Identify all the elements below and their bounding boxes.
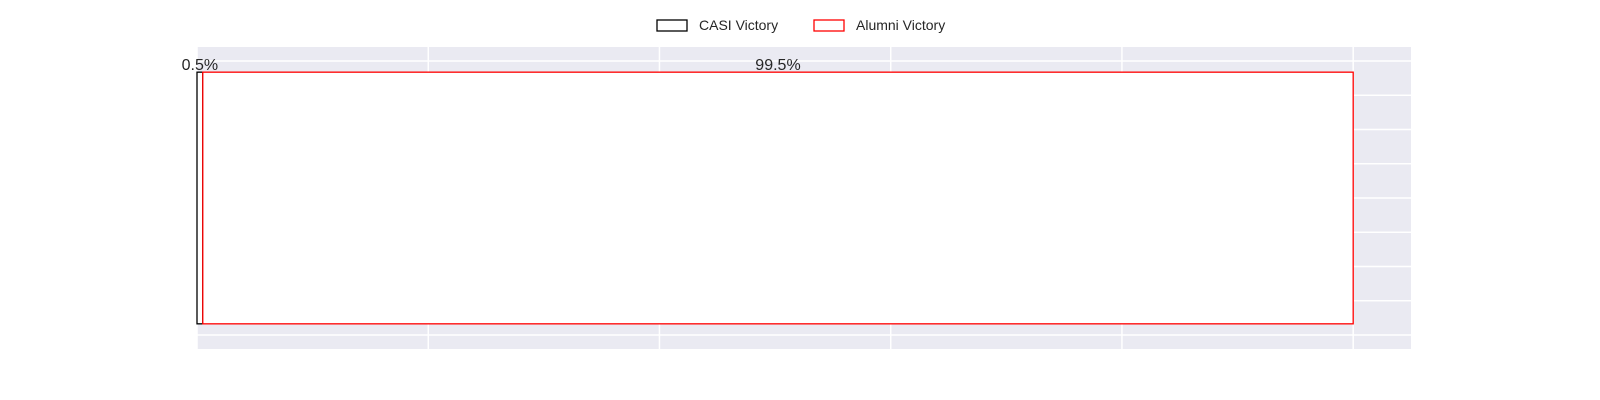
data-label-alumni-victory: 99.5% [755,57,800,74]
legend-swatch-alumni-victory [813,19,845,32]
data-label-casi-victory: 0.5% [182,57,218,74]
legend-label-casi-victory: CASI Victory [699,17,778,33]
legend-label-alumni-victory: Alumni Victory [856,17,945,33]
bars [196,71,1354,325]
legend: CASI Victory Alumni Victory [656,17,945,33]
bar-casi-victory [196,71,204,325]
legend-swatch-casi-victory [656,19,688,32]
stacked-bar-chart: 0.5% 99.5% CASI Victory Alumni Victory [182,17,1411,349]
bar-alumni-victory [202,71,1354,325]
